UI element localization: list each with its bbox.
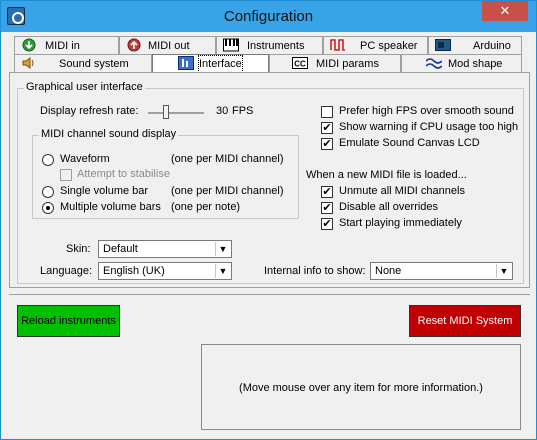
waveform-label[interactable]: Waveform — [60, 153, 110, 165]
refresh-rate-value: 30 — [216, 105, 229, 117]
midi-in-icon — [22, 38, 36, 52]
single-volume-radio[interactable] — [42, 186, 54, 198]
start-playing-checkbox[interactable]: ✔ — [321, 218, 333, 230]
sound-canvas-lcd-label[interactable]: Emulate Sound Canvas LCD — [339, 137, 480, 149]
waveform-note: (one per MIDI channel) — [171, 153, 284, 165]
chevron-down-icon[interactable]: ▼ — [215, 264, 230, 278]
tab-label: PC speaker — [360, 40, 418, 52]
on-load-heading: When a new MIDI file is loaded... — [306, 169, 467, 181]
cpu-warning-checkbox[interactable]: ✔ — [321, 122, 333, 134]
midi-out-icon — [127, 38, 141, 52]
disable-overrides-label[interactable]: Disable all overrides — [339, 201, 438, 213]
language-label: Language: — [40, 265, 92, 277]
skin-value: Default — [103, 243, 138, 255]
tab-midi-in[interactable]: MIDI in — [14, 36, 119, 54]
language-value: English (UK) — [103, 265, 165, 277]
close-button[interactable]: ✕ — [482, 1, 528, 21]
disable-overrides-checkbox[interactable]: ✔ — [321, 202, 333, 214]
tab-label: Interface — [198, 55, 243, 73]
square-wave-icon — [330, 39, 345, 51]
tab-label: MIDI params — [316, 58, 379, 70]
internal-info-value: None — [375, 265, 402, 277]
chevron-down-icon[interactable]: ▼ — [215, 242, 230, 256]
midi-display-group-label: MIDI channel sound display — [39, 128, 179, 140]
internal-info-label: Internal info to show: — [264, 265, 366, 277]
piano-keys-icon — [223, 38, 239, 52]
tab-arduino[interactable]: Arduino — [428, 36, 522, 54]
tab-pc-speaker[interactable]: PC speaker — [323, 36, 428, 54]
skin-label: Skin: — [66, 243, 91, 255]
language-dropdown[interactable]: English (UK) ▼ — [98, 262, 232, 280]
info-box: (Move mouse over any item for more infor… — [201, 344, 521, 430]
chevron-down-icon[interactable]: ▼ — [496, 264, 511, 278]
refresh-rate-slider[interactable] — [148, 104, 204, 120]
cc-icon: CC — [292, 57, 308, 69]
start-playing-label[interactable]: Start playing immediately — [339, 217, 462, 229]
tab-label: MIDI in — [45, 40, 80, 52]
refresh-rate-label: Display refresh rate: — [40, 105, 139, 117]
svg-text:CC: CC — [294, 60, 306, 69]
prefer-fps-label[interactable]: Prefer high FPS over smooth sound — [339, 105, 514, 117]
arduino-icon — [435, 39, 451, 51]
tab-label: MIDI out — [148, 40, 190, 52]
info-text: (Move mouse over any item for more infor… — [239, 382, 483, 394]
stabilise-label: Attempt to stabilise — [77, 168, 170, 180]
reset-midi-system-button[interactable]: Reset MIDI System — [409, 305, 521, 337]
tab-instruments[interactable]: Instruments — [216, 36, 323, 54]
window-title: Configuration — [223, 8, 314, 25]
tab-label: Mod shape — [448, 58, 503, 70]
tab-interface[interactable]: Interface — [152, 54, 269, 73]
interface-icon — [178, 56, 194, 70]
configuration-window: Configuration ✕ MIDI in MIDI out Instrum… — [0, 0, 537, 440]
waveform-radio[interactable] — [42, 154, 54, 166]
sound-canvas-lcd-checkbox[interactable]: ✔ — [321, 138, 333, 150]
internal-info-dropdown[interactable]: None ▼ — [370, 262, 513, 280]
refresh-rate-unit: FPS — [232, 105, 254, 117]
interface-panel: Graphical user interface Display refresh… — [9, 72, 530, 288]
reload-instruments-button[interactable]: Reload instruments — [17, 305, 120, 337]
speaker-icon — [22, 57, 34, 69]
single-volume-note: (one per MIDI channel) — [171, 185, 284, 197]
title-bar[interactable]: Configuration ✕ — [1, 1, 536, 32]
unmute-checkbox[interactable]: ✔ — [321, 186, 333, 198]
slider-thumb[interactable] — [163, 105, 169, 119]
cpu-warning-label[interactable]: Show warning if CPU usage too high — [339, 121, 518, 133]
tab-mod-shape[interactable]: Mod shape — [401, 54, 522, 72]
skin-dropdown[interactable]: Default ▼ — [98, 240, 232, 258]
wave-shape-icon — [426, 58, 442, 69]
tab-label: Sound system — [59, 58, 129, 70]
prefer-fps-checkbox[interactable] — [321, 106, 333, 118]
multiple-volume-label[interactable]: Multiple volume bars — [60, 201, 161, 213]
gui-group-label: Graphical user interface — [24, 81, 145, 93]
tab-label: Arduino — [473, 40, 511, 52]
tab-sound-system[interactable]: Sound system — [14, 54, 152, 72]
single-volume-label[interactable]: Single volume bar — [60, 185, 148, 197]
multiple-volume-radio[interactable] — [42, 202, 54, 214]
tab-midi-out[interactable]: MIDI out — [119, 36, 216, 54]
unmute-label[interactable]: Unmute all MIDI channels — [339, 185, 465, 197]
multiple-volume-note: (one per note) — [171, 201, 241, 213]
slider-track — [148, 112, 204, 114]
stabilise-checkbox[interactable] — [60, 169, 72, 181]
tab-midi-params[interactable]: CC MIDI params — [269, 54, 401, 72]
tab-label: Instruments — [247, 40, 305, 52]
